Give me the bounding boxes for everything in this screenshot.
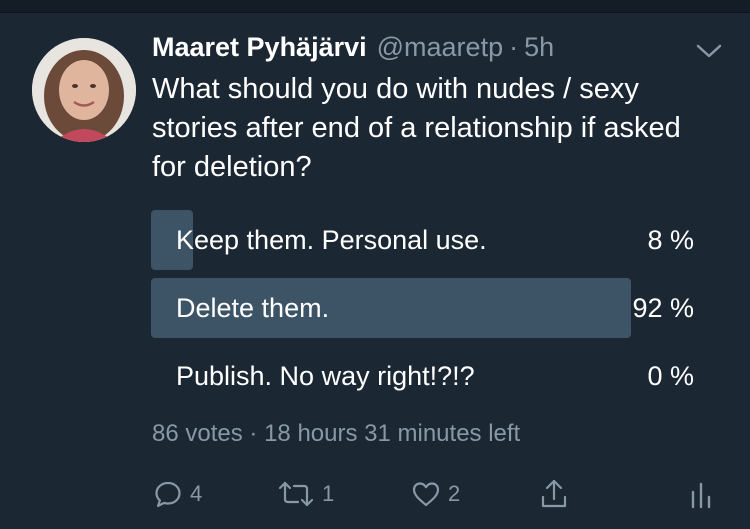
header-separator: · — [509, 32, 519, 62]
reply-count: 4 — [190, 481, 203, 506]
retweet-button[interactable]: 1 — [276, 474, 334, 514]
like-button[interactable]: 2 — [410, 474, 460, 514]
author-name[interactable]: Maaret Pyhäjärvi — [152, 32, 367, 63]
top-divider — [0, 0, 750, 13]
avatar[interactable] — [32, 38, 136, 142]
poll-time-left: 18 hours 31 minutes left — [264, 420, 521, 447]
poll-votes: 86 votes — [152, 420, 243, 447]
poll-option: Publish. No way right!?!? 0 % — [151, 346, 696, 406]
retweet-count: 1 — [322, 481, 335, 506]
reply-button[interactable]: 4 — [152, 474, 202, 514]
like-icon — [410, 478, 442, 510]
analytics-icon — [688, 478, 714, 510]
poll-option-label: Keep them. Personal use. — [176, 225, 487, 255]
share-button[interactable] — [538, 474, 570, 514]
poll-meta-separator: · — [249, 420, 258, 447]
chevron-down-icon[interactable] — [694, 40, 724, 62]
avatar-image — [32, 38, 136, 142]
poll-option: Delete them. 92 % — [151, 278, 696, 338]
tweet-actions: 4 1 2 — [152, 474, 722, 514]
poll-meta: 86 votes · 18 hours 31 minutes left — [152, 420, 520, 448]
analytics-button[interactable] — [688, 474, 714, 514]
poll-option-label: Delete them. — [176, 293, 330, 323]
author-handle[interactable]: @maaretp — [377, 32, 503, 63]
poll-option-percent: 8 % — [647, 225, 694, 255]
tweet-text: What should you do with nudes / sexy sto… — [152, 73, 681, 183]
poll-option-percent: 92 % — [632, 293, 694, 323]
retweet-icon — [276, 478, 316, 510]
poll: Keep them. Personal use. 8 % Delete them… — [151, 210, 696, 414]
poll-option: Keep them. Personal use. 8 % — [151, 210, 696, 270]
poll-option-label: Publish. No way right!?!? — [176, 361, 475, 391]
tweet-timestamp[interactable]: 5h — [524, 32, 554, 63]
like-count: 2 — [448, 481, 461, 506]
share-icon — [538, 477, 570, 511]
poll-option-percent: 0 % — [647, 361, 694, 391]
reply-icon — [152, 478, 184, 510]
tweet-header: Maaret Pyhäjärvi @maaretp · 5h — [152, 32, 554, 72]
